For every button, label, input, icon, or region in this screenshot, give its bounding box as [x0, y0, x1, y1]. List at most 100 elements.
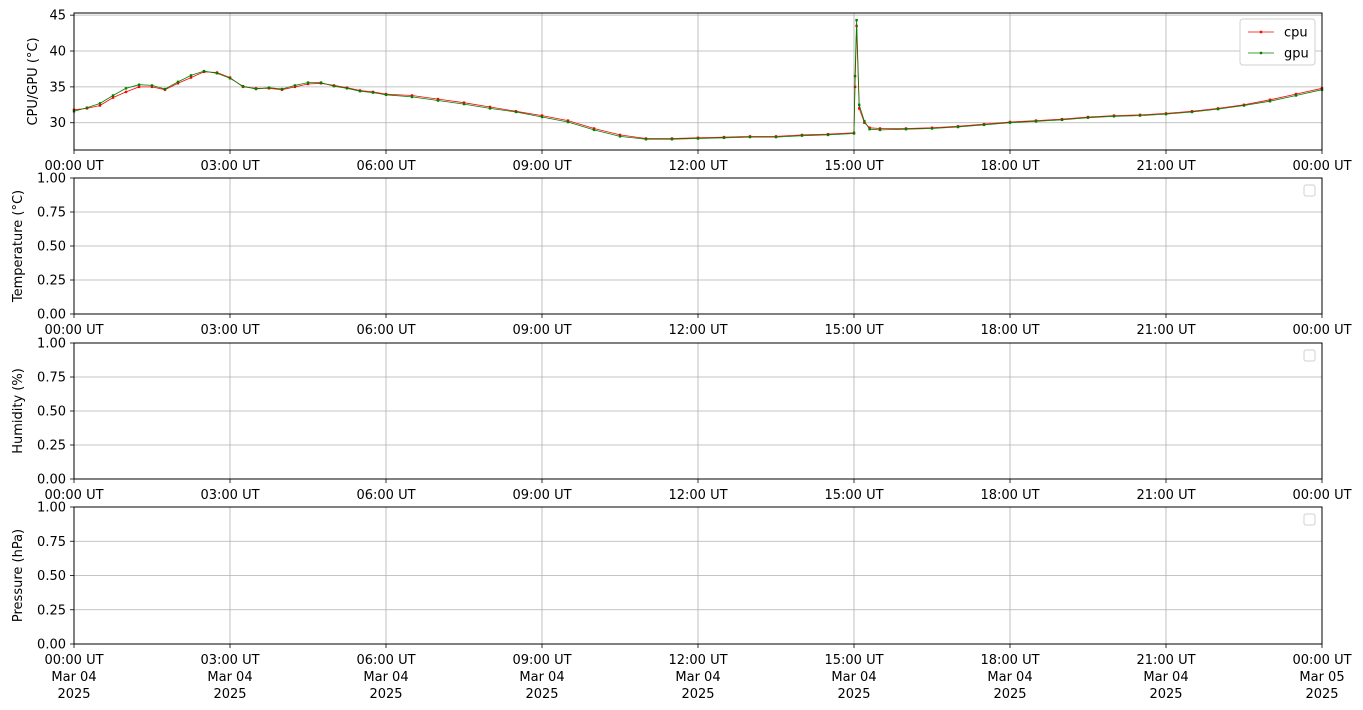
data-point-gpu [384, 93, 388, 96]
x-tick-label: 15:00 UT [824, 323, 883, 338]
x-tick-label: 12:00 UT [668, 323, 727, 338]
x-tick-year: 2025 [1149, 687, 1182, 702]
x-tick-label: 06:00 UT [356, 488, 415, 503]
x-tick-label: 09:00 UT [512, 323, 571, 338]
x-tick-label: 03:00 UT [200, 653, 259, 668]
data-point-gpu [858, 103, 861, 107]
data-point-gpu [488, 107, 492, 110]
data-point-gpu [176, 80, 180, 84]
data-point-gpu [358, 89, 362, 93]
legend-marker-cpu [1259, 30, 1263, 34]
data-point-gpu [956, 125, 960, 129]
y-tick-label: 0.75 [37, 371, 66, 386]
data-point-gpu [345, 87, 349, 90]
data-point-gpu [462, 102, 466, 106]
x-tick-label: 09:00 UT [512, 653, 571, 668]
data-point-gpu [202, 69, 206, 73]
x-tick-label: 00:00 UT [1292, 653, 1351, 668]
legend-empty [1303, 513, 1316, 526]
y-axis-title: Temperature (°C) [11, 190, 26, 303]
y-tick-label: 0.75 [37, 206, 66, 221]
x-tick-year: 2025 [837, 687, 870, 702]
legend: cpu gpu [1239, 18, 1316, 66]
data-point-cpu [124, 90, 128, 94]
legend-empty [1303, 349, 1316, 362]
data-point-gpu [1294, 94, 1298, 97]
data-point-cpu [98, 104, 102, 107]
x-tick-label: 15:00 UT [824, 653, 883, 668]
x-tick-year: 2025 [1305, 687, 1338, 702]
y-tick-label: 1.00 [37, 501, 66, 516]
data-point-gpu [540, 115, 544, 119]
data-point-gpu [1034, 120, 1038, 123]
y-tick-label: 0.00 [37, 638, 66, 653]
data-point-gpu [436, 99, 440, 102]
x-tick-date: Mar 04 [363, 670, 408, 685]
data-point-gpu [1060, 118, 1064, 122]
data-point-gpu [855, 18, 858, 22]
y-axis-title: Pressure (hPa) [11, 529, 26, 622]
x-tick-year: 2025 [993, 687, 1026, 702]
x-tick-label: 12:00 UT [668, 159, 727, 174]
data-point-gpu [241, 84, 245, 88]
data-point-gpu [930, 127, 934, 130]
data-point-gpu [371, 91, 375, 94]
x-tick-date: Mar 04 [207, 670, 252, 685]
x-tick-label: 21:00 UT [1136, 323, 1195, 338]
x-tick-label: 00:00 UT [1292, 488, 1351, 503]
data-point-gpu [228, 77, 232, 80]
data-point-gpu [1190, 110, 1194, 114]
x-tick-year: 2025 [681, 687, 714, 702]
data-point-gpu [826, 133, 830, 137]
y-tick-label: 0.25 [37, 274, 66, 289]
data-point-gpu [319, 81, 323, 84]
x-tick-label: 18:00 UT [980, 159, 1039, 174]
y-tick-label: 0.00 [37, 308, 66, 323]
data-point-gpu [137, 83, 141, 86]
data-point-gpu [111, 94, 115, 97]
data-point-gpu [1008, 121, 1012, 124]
x-tick-label: 06:00 UT [356, 653, 415, 668]
data-point-gpu [1216, 107, 1220, 111]
x-tick-label: 06:00 UT [356, 323, 415, 338]
x-tick-label: 21:00 UT [1136, 653, 1195, 668]
x-tick-year: 2025 [369, 687, 402, 702]
data-point-gpu [1138, 114, 1142, 117]
y-tick-label: 45 [49, 9, 66, 24]
data-point-gpu [592, 128, 596, 132]
data-point-gpu [332, 84, 336, 88]
data-point-cpu [189, 76, 193, 79]
y-tick-label: 35 [49, 80, 66, 95]
data-point-gpu [215, 72, 219, 75]
y-tick-label: 0.50 [37, 405, 66, 420]
panel-3: 00:00 UT 03:00 UT 06:00 UT 09:00 UT 12:00 UT… [11, 337, 1352, 504]
data-point-gpu [124, 87, 128, 90]
x-tick-label: 21:00 UT [1136, 159, 1195, 174]
data-point-gpu [853, 74, 857, 78]
x-tick-date: Mar 04 [51, 670, 96, 685]
x-tick-date: Mar 04 [675, 670, 720, 685]
y-tick-label: 0.25 [37, 439, 66, 454]
x-tick-label: 03:00 UT [200, 323, 259, 338]
x-tick-label: 15:00 UT [824, 488, 883, 503]
x-tick-label: 21:00 UT [1136, 488, 1195, 503]
y-axis-title: CPU/GPU (°C) [26, 37, 41, 125]
panel-2: 00:00 UT 03:00 UT 06:00 UT 09:00 UT 12:00 UT… [11, 172, 1352, 339]
legend-label-cpu: cpu [1284, 26, 1308, 41]
data-point-gpu [863, 120, 866, 123]
x-tick-label: 18:00 UT [980, 653, 1039, 668]
y-tick-label: 0.75 [37, 535, 66, 550]
data-point-gpu [267, 86, 271, 89]
x-tick-label: 00:00 UT [44, 653, 103, 668]
data-point-gpu [670, 138, 674, 141]
data-point-gpu [878, 128, 882, 132]
y-tick-label: 0.25 [37, 603, 66, 618]
data-point-gpu [1086, 116, 1090, 119]
panel-1: 00:00 UT 03:00 UT 06:00 UT 09:00 UT 12:00 UT… [26, 9, 1352, 174]
data-point-cpu [111, 96, 115, 99]
legend-empty [1303, 184, 1316, 197]
x-tick-label: 09:00 UT [512, 159, 571, 174]
data-point-gpu [1112, 115, 1116, 118]
data-point-gpu [800, 134, 804, 137]
y-tick-label: 40 [49, 45, 66, 60]
